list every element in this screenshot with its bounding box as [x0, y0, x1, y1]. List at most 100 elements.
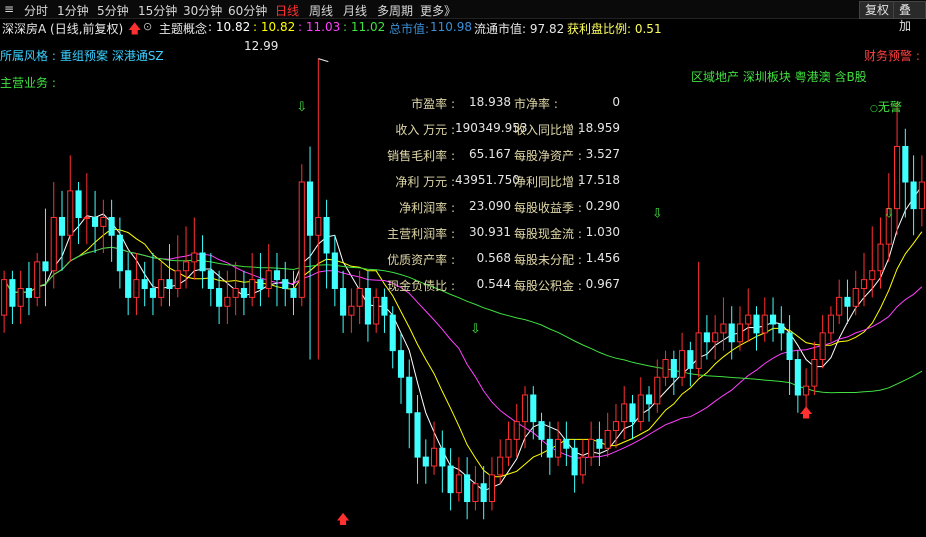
candle[interactable]: [125, 253, 132, 316]
candle[interactable]: [753, 306, 760, 351]
candle[interactable]: [447, 448, 454, 511]
candle[interactable]: [893, 102, 901, 236]
candle[interactable]: [265, 244, 272, 298]
candle[interactable]: [34, 253, 41, 307]
candle[interactable]: [232, 261, 239, 316]
candle[interactable]: [364, 270, 371, 342]
candle[interactable]: [852, 270, 859, 316]
candle[interactable]: [207, 253, 214, 307]
candle[interactable]: [918, 155, 925, 227]
candle[interactable]: [720, 297, 727, 351]
candle[interactable]: [83, 173, 90, 245]
candle[interactable]: [439, 430, 446, 493]
candle[interactable]: [174, 235, 181, 298]
candle[interactable]: [108, 199, 115, 262]
candle[interactable]: [761, 297, 768, 342]
candle[interactable]: [555, 421, 562, 466]
candle-body: [571, 447, 578, 476]
candle[interactable]: [637, 377, 644, 431]
candle[interactable]: [340, 270, 347, 333]
candle[interactable]: [877, 217, 884, 289]
candle[interactable]: [315, 58, 322, 360]
candle[interactable]: [17, 270, 24, 324]
candle[interactable]: [588, 421, 595, 466]
candle[interactable]: [430, 421, 438, 475]
candle[interactable]: [249, 253, 256, 307]
candle[interactable]: [348, 288, 355, 333]
candle-body: [654, 376, 661, 405]
candle[interactable]: [745, 288, 752, 342]
candle[interactable]: [182, 226, 190, 289]
candle[interactable]: [546, 421, 553, 475]
candle[interactable]: [373, 288, 380, 333]
candle[interactable]: [381, 288, 388, 333]
candle[interactable]: [290, 270, 297, 316]
candle[interactable]: [778, 306, 785, 351]
fund-value: 0.544: [476, 277, 511, 291]
candle[interactable]: [794, 350, 801, 413]
candle[interactable]: [645, 386, 653, 422]
candle[interactable]: [836, 279, 843, 324]
candle[interactable]: [166, 244, 173, 307]
candle[interactable]: [811, 341, 818, 395]
candle[interactable]: [406, 359, 413, 449]
candle[interactable]: [356, 270, 363, 324]
candle[interactable]: [42, 208, 49, 307]
candle[interactable]: [827, 306, 834, 342]
candle[interactable]: [414, 395, 421, 484]
candle[interactable]: [158, 261, 165, 307]
candle[interactable]: [513, 403, 520, 458]
candle[interactable]: [679, 332, 686, 387]
candle[interactable]: [25, 261, 33, 316]
candle[interactable]: [910, 155, 917, 236]
candle[interactable]: [670, 350, 677, 395]
candle[interactable]: [902, 128, 909, 218]
candle[interactable]: [9, 270, 16, 324]
candle[interactable]: [224, 270, 231, 324]
candle[interactable]: [100, 199, 107, 253]
candle[interactable]: [331, 235, 338, 307]
candle[interactable]: [389, 306, 396, 369]
candle[interactable]: [464, 457, 471, 520]
candle[interactable]: [397, 332, 405, 404]
candle[interactable]: [596, 421, 603, 466]
candle[interactable]: [538, 412, 545, 458]
candle[interactable]: [488, 457, 496, 511]
candle[interactable]: [50, 182, 57, 289]
candle[interactable]: [273, 253, 281, 307]
candle[interactable]: [455, 457, 462, 502]
candle[interactable]: [216, 270, 223, 324]
candle[interactable]: [712, 315, 719, 360]
candle-body: [488, 474, 496, 502]
candle[interactable]: [298, 164, 305, 307]
candle[interactable]: [521, 386, 529, 449]
candle[interactable]: [199, 235, 206, 289]
candle-body: [108, 217, 115, 236]
candle-body: [670, 359, 677, 378]
candle[interactable]: [472, 466, 479, 511]
candle[interactable]: [769, 297, 777, 342]
candle[interactable]: [323, 199, 330, 289]
candle[interactable]: [860, 253, 868, 307]
candle[interactable]: [844, 279, 851, 324]
candle[interactable]: [1, 270, 8, 333]
candle[interactable]: [563, 421, 570, 466]
candle[interactable]: [505, 421, 512, 466]
candle[interactable]: [662, 350, 669, 387]
candle[interactable]: [141, 261, 148, 307]
candle[interactable]: [695, 261, 702, 378]
candle[interactable]: [257, 253, 264, 307]
candle-body: [83, 217, 90, 219]
candle[interactable]: [629, 395, 636, 440]
candle[interactable]: [116, 217, 123, 289]
candle[interactable]: [240, 270, 247, 316]
candle[interactable]: [67, 155, 74, 262]
candle[interactable]: [687, 341, 694, 387]
candle[interactable]: [819, 315, 826, 369]
candle[interactable]: [422, 439, 429, 484]
candle[interactable]: [571, 439, 578, 493]
candle[interactable]: [579, 439, 586, 484]
candle-body: [50, 217, 57, 272]
candle[interactable]: [75, 182, 82, 245]
candle[interactable]: [480, 466, 487, 520]
